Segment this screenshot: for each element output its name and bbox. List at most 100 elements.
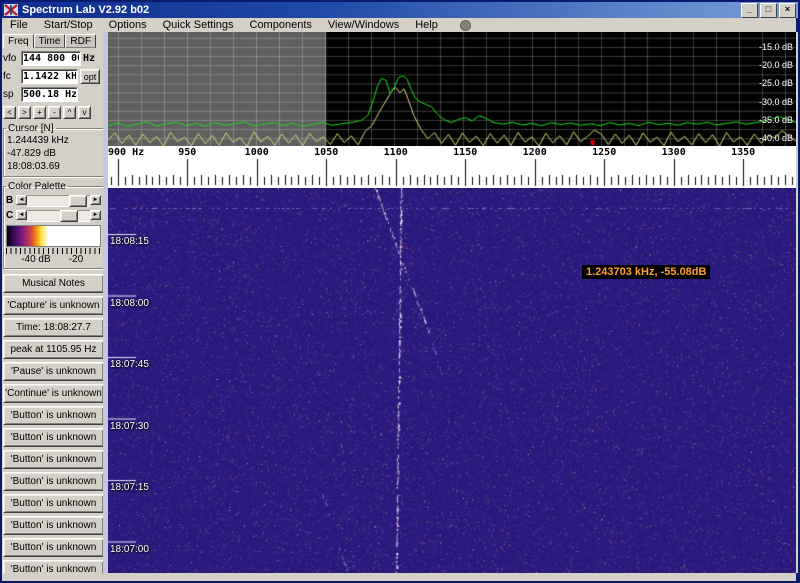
brightness-slider[interactable]: ◄ ► xyxy=(16,195,101,207)
close-button[interactable]: × xyxy=(779,3,796,18)
panel-button-12-button-is-unknown[interactable]: 'Button' is unknown xyxy=(3,538,104,557)
frequency-axis-label: 1300 xyxy=(662,147,686,158)
panel-button-1-capture-is-unknown[interactable]: 'Capture' is unknown xyxy=(3,296,104,315)
db-axis-label: -15.0 dB xyxy=(759,42,793,52)
frequency-axis-label: 1200 xyxy=(523,147,547,158)
waterfall-time-label: 18:07:30 xyxy=(110,421,149,432)
cursor-panel-title: Cursor [N] xyxy=(6,123,56,134)
contrast-slider[interactable]: ◄ ► xyxy=(16,210,101,222)
palette-gradient-bar xyxy=(6,225,101,247)
frequency-axis-label: 1050 xyxy=(314,147,338,158)
frequency-axis-label: 950 xyxy=(178,147,196,158)
panel-button-10-button-is-unknown[interactable]: 'Button' is unknown xyxy=(3,494,104,513)
tab-time[interactable]: Time xyxy=(34,34,66,48)
freq-nav-button-4[interactable]: ^ xyxy=(63,106,76,119)
brightness-slider-thumb[interactable] xyxy=(69,195,87,207)
panel-button-9-button-is-unknown[interactable]: 'Button' is unknown xyxy=(3,472,104,491)
menu-item-file[interactable]: File xyxy=(2,19,36,32)
frequency-ruler[interactable]: 900 Hz9501000105011001150120012501300135… xyxy=(108,146,796,188)
waterfall-time-label: 18:07:15 xyxy=(110,482,149,493)
panel-button-4-pause-is-unknown[interactable]: 'Pause' is unknown xyxy=(3,362,104,381)
frequency-axis-label: 1150 xyxy=(453,147,477,158)
app-icon xyxy=(4,4,18,16)
sp-input[interactable] xyxy=(21,87,78,102)
cursor-panel: Cursor [N] 1.244439 kHz -47.829 dB 18:08… xyxy=(3,123,104,177)
waterfall-display[interactable]: 18:08:15 18:08:00 18:07:45 18:07:30 18:07:15… xyxy=(108,188,796,573)
right-border-strip xyxy=(796,32,798,573)
window-title: Spectrum Lab V2.92 b02 xyxy=(22,4,741,16)
palette-scale-left: -40 dB xyxy=(21,254,50,265)
frequency-axis-label: 1350 xyxy=(731,147,755,158)
cursor-frequency: 1.244439 kHz xyxy=(6,134,101,147)
waterfall-time-label: 18:08:00 xyxy=(110,298,149,309)
contrast-slider-row: C ◄ ► xyxy=(6,209,101,222)
db-axis-label: -40.0 dB xyxy=(759,133,793,143)
slider-left-arrow-icon[interactable]: ◄ xyxy=(16,210,27,220)
vfo-unit-label: Hz xyxy=(83,53,95,64)
frequency-ruler-canvas[interactable] xyxy=(108,146,796,188)
title-bar: Spectrum Lab V2.92 b02 _ □ × xyxy=(2,2,798,18)
fc-input[interactable] xyxy=(21,69,78,84)
freq-nav-button-5[interactable]: v xyxy=(78,106,91,119)
slider-right-arrow-icon[interactable]: ► xyxy=(90,195,101,205)
frequency-axis-label: 900 Hz xyxy=(108,147,144,158)
waterfall-time-label: 18:08:15 xyxy=(110,236,149,247)
slider-left-arrow-icon[interactable]: ◄ xyxy=(16,195,27,205)
menu-item-help[interactable]: Help xyxy=(407,19,446,32)
panel-button-8-button-is-unknown[interactable]: 'Button' is unknown xyxy=(3,450,104,469)
panel-button-0-musical-notes[interactable]: Musical Notes xyxy=(3,274,104,293)
frequency-axis-label: 1100 xyxy=(384,147,408,158)
panel-button-7-button-is-unknown[interactable]: 'Button' is unknown xyxy=(3,428,104,447)
frequency-axis-label: 1250 xyxy=(592,147,616,158)
brightness-slider-row: B ◄ ► xyxy=(6,194,101,207)
menu-item-options[interactable]: Options xyxy=(101,19,155,32)
fc-row: fc opt xyxy=(3,69,104,84)
waterfall-canvas[interactable] xyxy=(108,188,796,573)
menu-item-quick-settings[interactable]: Quick Settings xyxy=(155,19,242,32)
contrast-label: C xyxy=(6,210,16,221)
panel-button-6-button-is-unknown[interactable]: 'Button' is unknown xyxy=(3,406,104,425)
panel-button-5-continue-is-unknown[interactable]: 'Continue' is unknown xyxy=(3,384,104,403)
vfo-row: vfo Hz xyxy=(3,51,104,66)
cursor-time: 18:08:03.69 xyxy=(6,160,101,173)
db-axis-label: -25.0 dB xyxy=(759,78,793,88)
contrast-slider-thumb[interactable] xyxy=(60,210,78,222)
maximize-button[interactable]: □ xyxy=(760,3,777,18)
tab-freq[interactable]: Freq xyxy=(3,34,34,48)
panel-button-11-button-is-unknown[interactable]: 'Button' is unknown xyxy=(3,516,104,535)
slider-right-arrow-icon[interactable]: ► xyxy=(90,210,101,220)
db-axis-label: -30.0 dB xyxy=(759,97,793,107)
freq-nav-button-0[interactable]: < xyxy=(3,106,16,119)
brightness-label: B xyxy=(6,195,16,206)
control-panel: FreqTimeRDF vfo Hz fc opt sp <>+-^v Curs… xyxy=(2,32,105,573)
color-palette-panel: Color Palette B ◄ ► C ◄ ► -40 xyxy=(3,181,104,269)
waterfall-time-label: 18:07:45 xyxy=(110,359,149,370)
menu-item-view-windows[interactable]: View/Windows xyxy=(320,19,407,32)
vfo-input[interactable] xyxy=(21,51,81,66)
app-window: Spectrum Lab V2.92 b02 _ □ × FileStart/S… xyxy=(0,0,800,583)
fc-options-button[interactable]: opt xyxy=(80,69,100,84)
db-axis-label: -35.0 dB xyxy=(759,115,793,125)
sp-label: sp xyxy=(3,89,19,100)
freq-nav-button-3[interactable]: - xyxy=(48,106,61,119)
menu-item-start-stop[interactable]: Start/Stop xyxy=(36,19,101,32)
cursor-tooltip: 1.243703 kHz, -55.08dB xyxy=(582,265,710,279)
color-palette-title: Color Palette xyxy=(6,181,68,192)
waterfall-time-label: 18:07:00 xyxy=(110,544,149,555)
tab-rdf[interactable]: RDF xyxy=(65,34,96,48)
button-column: Musical Notes 'Capture' is unknown Time: 1… xyxy=(3,274,104,579)
panel-button-2-time-18-08-27-7[interactable]: Time: 18:08:27.7 xyxy=(3,318,104,337)
fc-label: fc xyxy=(3,71,19,82)
freq-nav-button-1[interactable]: > xyxy=(18,106,31,119)
spectrum-display[interactable]: -15.0 dB -20.0 dB -25.0 dB -30.0 dB -35.0 dB… xyxy=(108,32,796,146)
db-axis-label: -20.0 dB xyxy=(759,60,793,70)
menu-item-components[interactable]: Components xyxy=(242,19,320,32)
panel-button-3-peak-at-1105-95-hz[interactable]: peak at 1105.95 Hz xyxy=(3,340,104,359)
minimize-button[interactable]: _ xyxy=(741,3,758,18)
spectrum-canvas[interactable] xyxy=(108,32,796,146)
palette-scale-labels: -40 dB -20 xyxy=(6,254,101,265)
vfo-label: vfo xyxy=(3,53,19,64)
tab-bar: FreqTimeRDF xyxy=(3,32,104,48)
freq-nav-button-2[interactable]: + xyxy=(33,106,46,119)
frequency-nav-buttons: <>+-^v xyxy=(3,106,104,119)
